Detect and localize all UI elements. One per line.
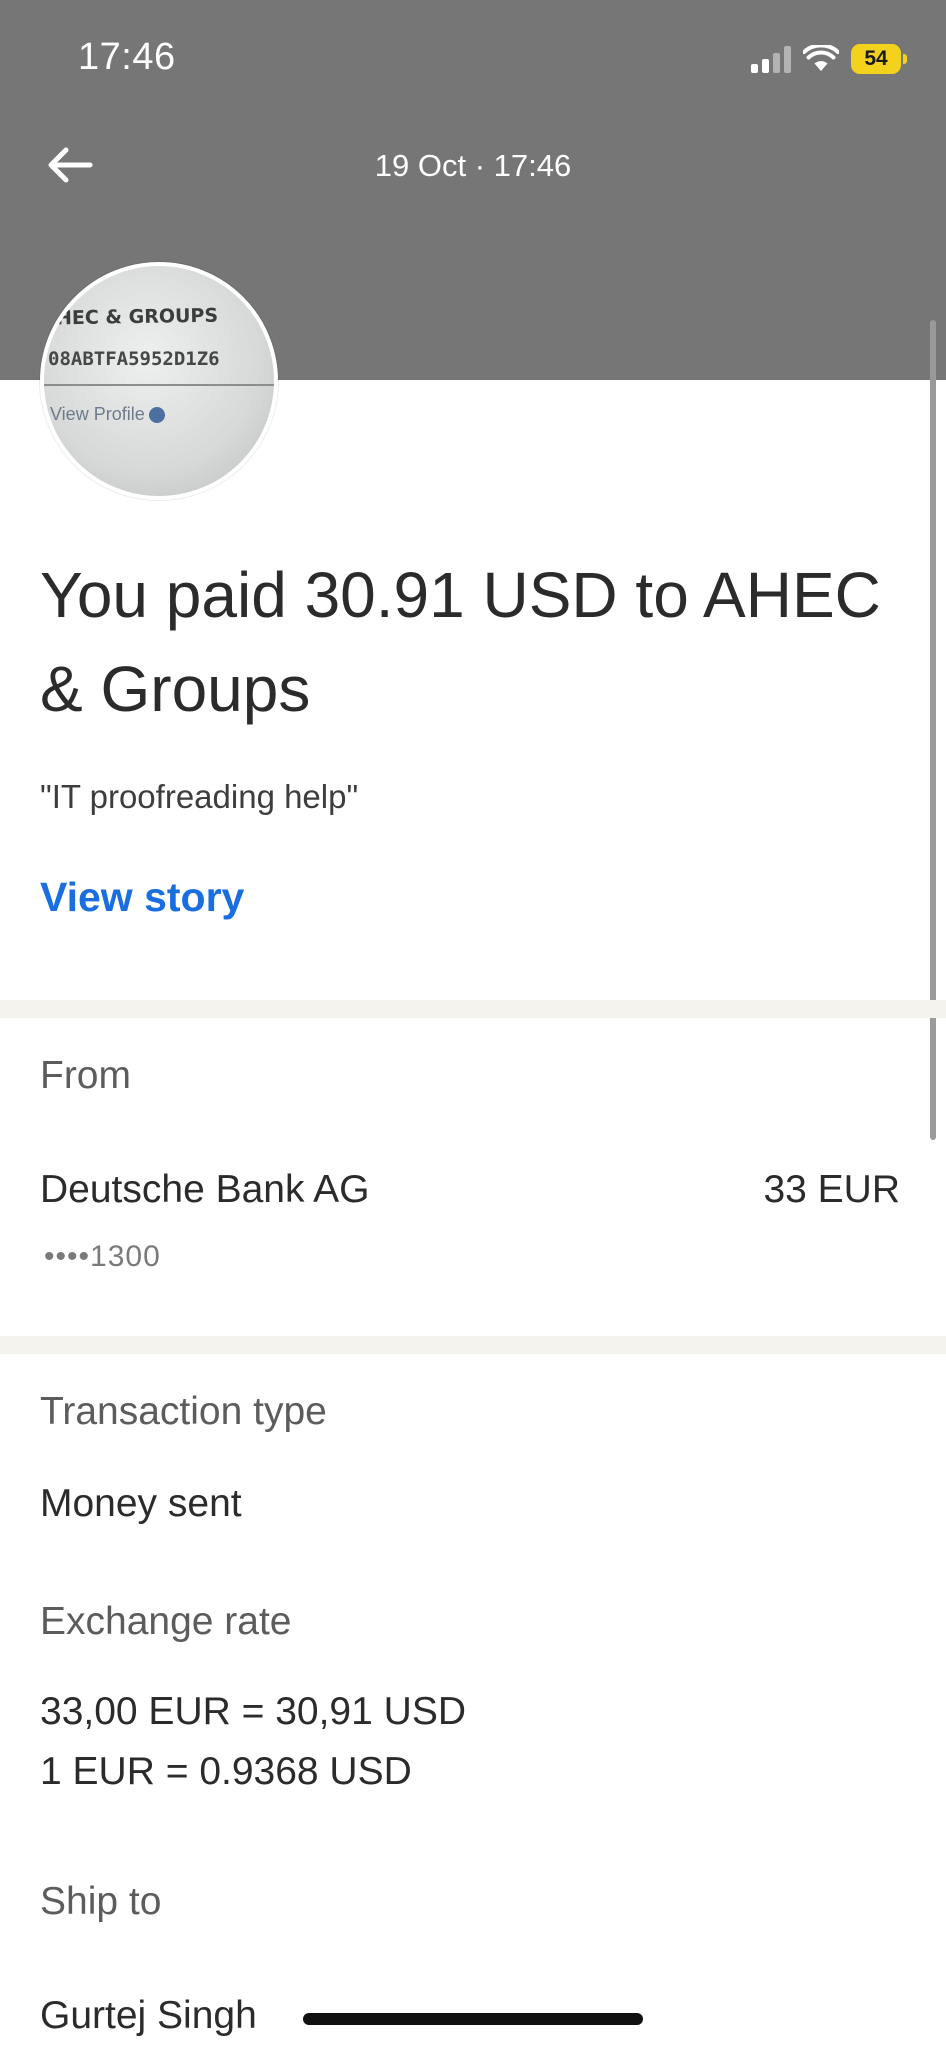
exchange-rate-conversion: 33,00 EUR = 30,91 USD — [40, 1690, 466, 1733]
avatar-text-id: 08ABTFA5952D1Z6 — [48, 348, 220, 370]
avatar-profile-label: View Profile — [50, 404, 145, 424]
wifi-icon — [803, 45, 839, 71]
bank-amount: 33 EUR — [763, 1168, 900, 1211]
section-divider — [0, 1000, 946, 1018]
ship-to-label: Ship to — [40, 1880, 162, 1923]
avatar-text-name: HEC & GROUPS — [55, 304, 219, 330]
transaction-type-label: Transaction type — [40, 1390, 327, 1433]
section-divider — [0, 1336, 946, 1354]
view-story-link[interactable]: View story — [40, 874, 244, 921]
payment-note: "IT proofreading help" — [40, 778, 359, 815]
account-number-masked: ••••1300 — [44, 1240, 161, 1273]
exchange-rate-label: Exchange rate — [40, 1600, 292, 1643]
transaction-title: You paid 30.91 USD to AHEC & Groups — [40, 559, 881, 725]
avatar-divider — [44, 384, 274, 386]
transaction-date-time: 19 Oct · 17:46 — [374, 148, 572, 183]
avatar-text-profile: View Profile — [50, 404, 165, 425]
battery-icon: 54 — [851, 44, 907, 74]
status-bar-time: 17:46 — [78, 36, 176, 78]
exchange-rate-unit: 1 EUR = 0.9368 USD — [40, 1750, 412, 1793]
chevron-right-icon — [148, 407, 165, 424]
status-bar-icons: 54 — [751, 44, 907, 74]
from-label: From — [40, 1054, 131, 1097]
transaction-type-value: Money sent — [40, 1482, 242, 1525]
ship-to-name: Gurtej Singh — [40, 1994, 257, 2037]
bank-name: Deutsche Bank AG — [40, 1168, 370, 1211]
cellular-signal-icon — [751, 45, 791, 73]
payee-avatar[interactable]: HEC & GROUPS 08ABTFA5952D1Z6 View Profil… — [40, 262, 278, 500]
home-indicator[interactable] — [303, 2013, 643, 2025]
